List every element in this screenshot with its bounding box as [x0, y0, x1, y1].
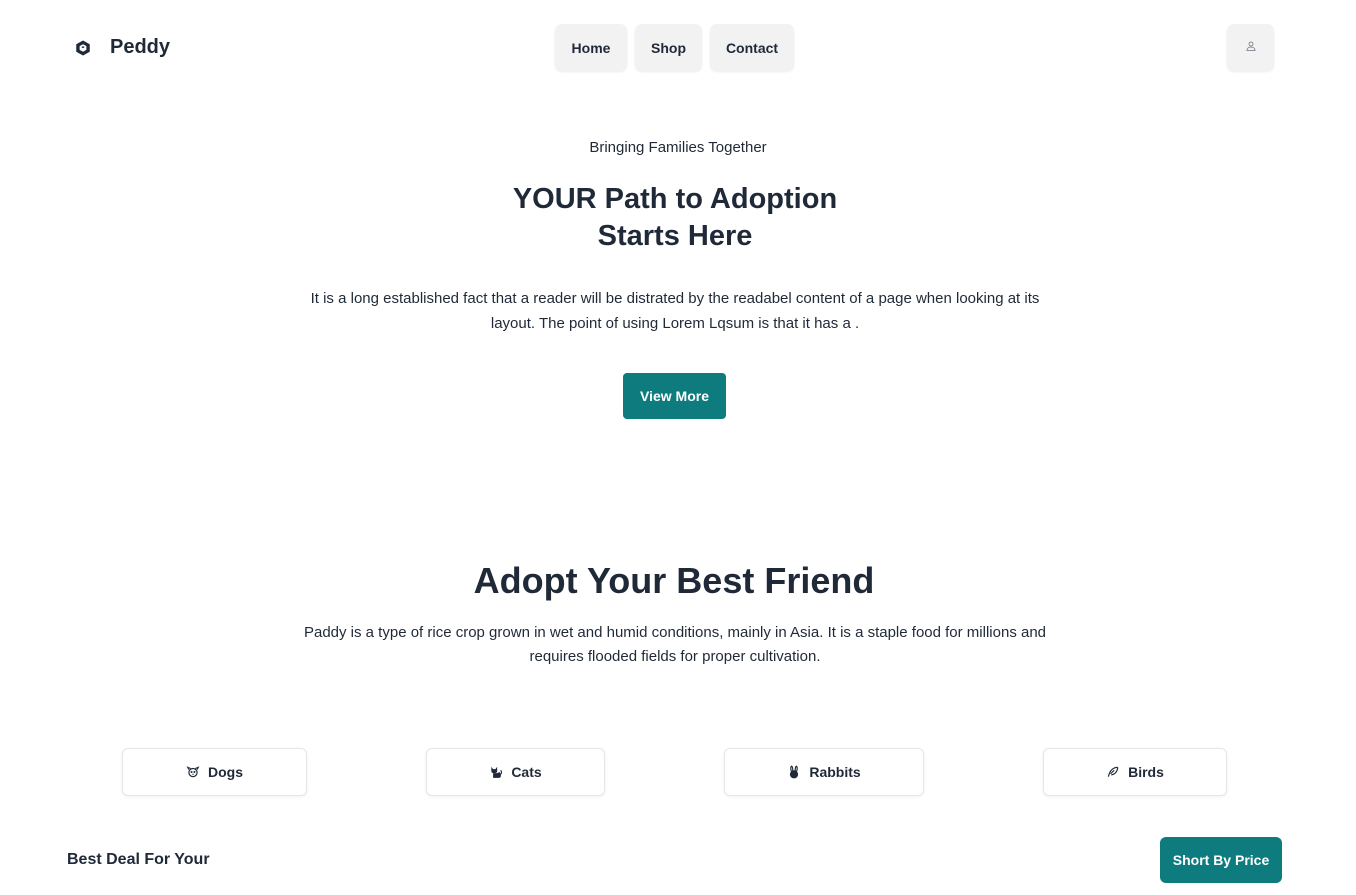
bird-icon	[1106, 765, 1120, 779]
nav-contact-button[interactable]: Contact	[710, 24, 794, 71]
category-birds-button[interactable]: Birds	[1043, 748, 1227, 796]
category-label: Rabbits	[809, 764, 861, 780]
sort-by-price-button[interactable]: Short By Price	[1160, 837, 1282, 883]
hero-description: It is a long established fact that a rea…	[310, 290, 1040, 332]
category-rabbits-button[interactable]: Rabbits	[724, 748, 924, 796]
adopt-section-description: Paddy is a type of rice crop grown in we…	[303, 624, 1047, 665]
category-label: Dogs	[208, 764, 243, 780]
nav-shop-button[interactable]: Shop	[635, 24, 702, 71]
view-more-button[interactable]: View More	[623, 373, 726, 419]
hero-title: YOUR Path to Adoption Starts Here	[0, 181, 1350, 255]
hero-eyebrow: Bringing Families Together	[589, 139, 767, 156]
main-nav: Home Shop Contact	[555, 24, 794, 71]
hero-title-line1: YOUR Path to Adoption	[512, 183, 838, 215]
cat-icon	[489, 765, 503, 779]
hero-title-line2: Starts Here	[597, 220, 753, 252]
hexagon-cube-icon	[73, 38, 93, 58]
category-cats-button[interactable]: Cats	[426, 748, 605, 796]
best-deal-title: Best Deal For Your	[67, 851, 210, 868]
user-account-button[interactable]	[1227, 24, 1274, 71]
nav-home-button[interactable]: Home	[555, 24, 627, 71]
adopt-section-title: Adopt Your Best Friend	[473, 560, 875, 601]
brand-logo[interactable]: Peddy	[73, 36, 170, 59]
brand-name: Peddy	[110, 36, 171, 58]
category-dogs-button[interactable]: Dogs	[122, 748, 307, 796]
user-icon	[1245, 39, 1257, 57]
category-label: Birds	[1128, 764, 1164, 780]
category-label: Cats	[511, 764, 542, 780]
dog-icon	[186, 765, 200, 779]
rabbit-icon	[787, 765, 801, 779]
